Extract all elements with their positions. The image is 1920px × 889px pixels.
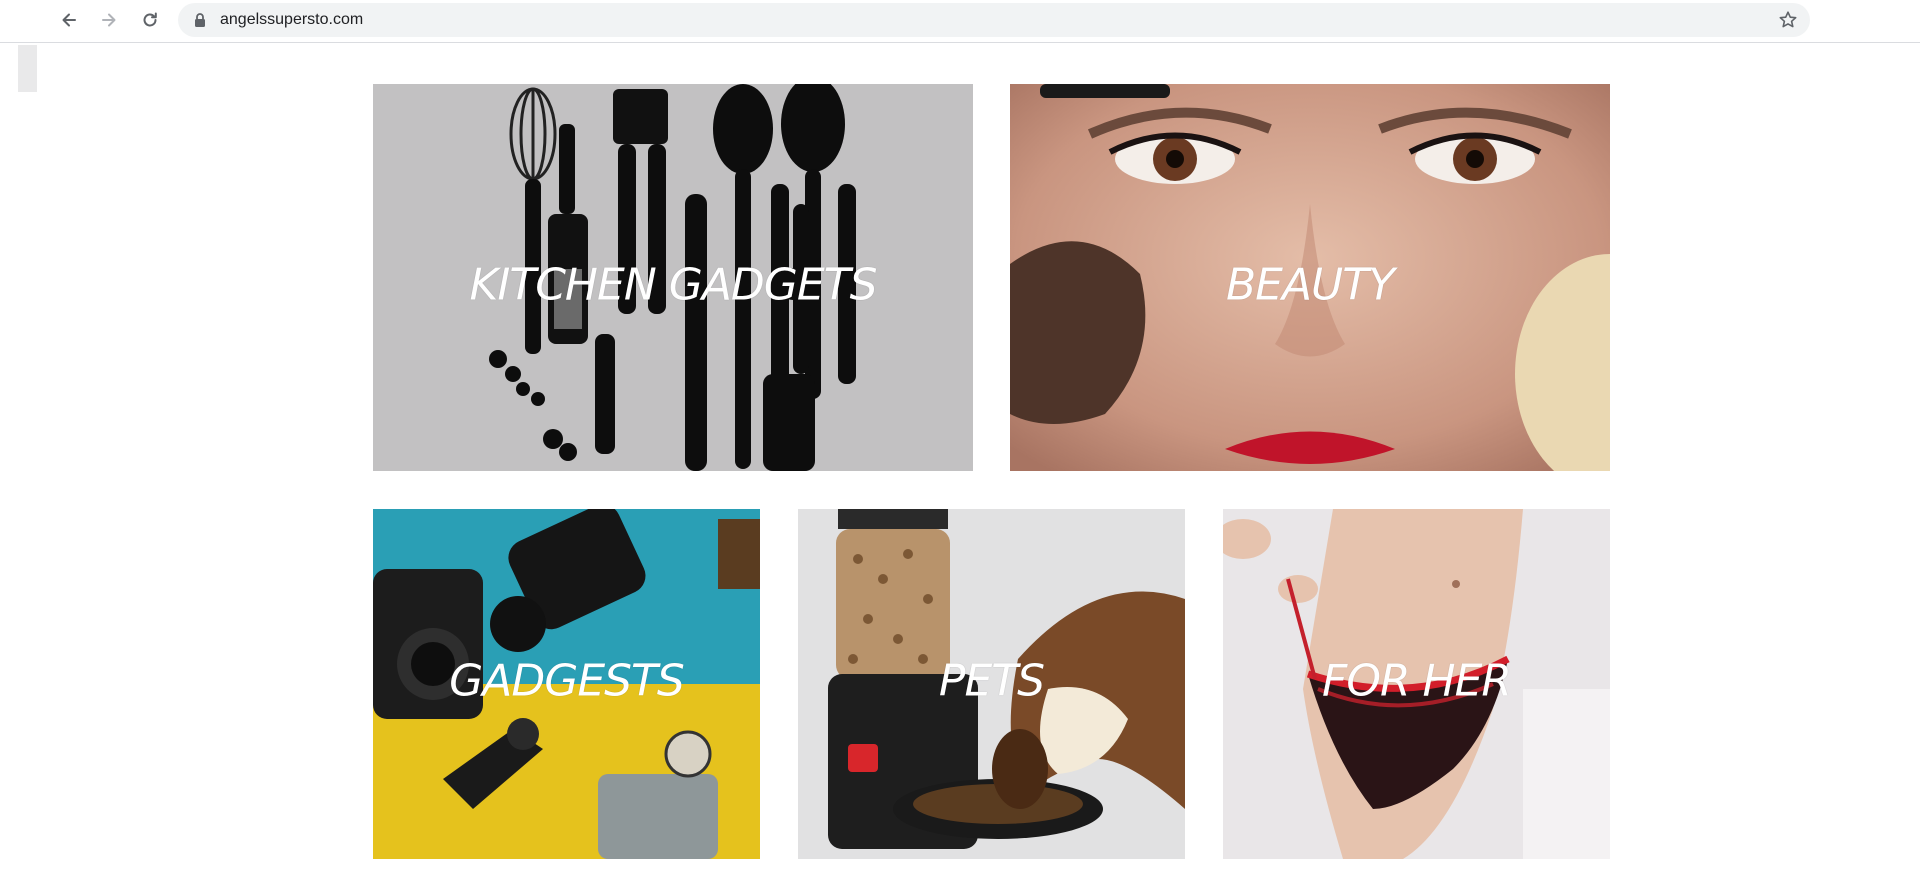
- arrow-right-icon: [100, 11, 118, 29]
- category-label: FOR HER: [1322, 655, 1512, 706]
- category-label: BEAUTY: [1225, 259, 1395, 311]
- forward-button[interactable]: [95, 6, 123, 34]
- category-tile-gadgests[interactable]: GADGESTS: [373, 509, 760, 859]
- lock-icon[interactable]: [192, 12, 208, 28]
- category-label: GADGESTS: [449, 655, 685, 706]
- star-icon[interactable]: [1778, 10, 1798, 30]
- category-tile-kitchen-gadgets[interactable]: KITCHEN GADGETS: [373, 84, 973, 471]
- category-tile-for-her[interactable]: FOR HER: [1223, 509, 1610, 859]
- browser-toolbar: angelssupersto.com: [0, 0, 1920, 43]
- address-bar[interactable]: angelssupersto.com: [178, 3, 1810, 37]
- category-label: KITCHEN GADGETS: [469, 259, 878, 311]
- reload-button[interactable]: [136, 6, 164, 34]
- arrow-left-icon: [60, 11, 78, 29]
- url-text[interactable]: angelssupersto.com: [220, 3, 363, 37]
- category-tile-beauty[interactable]: BEAUTY: [1010, 84, 1610, 471]
- back-button[interactable]: [55, 6, 83, 34]
- category-tile-pets[interactable]: PETS: [798, 509, 1185, 859]
- reload-icon: [141, 11, 159, 29]
- side-tab-stub: [18, 45, 37, 92]
- category-label: PETS: [938, 655, 1045, 706]
